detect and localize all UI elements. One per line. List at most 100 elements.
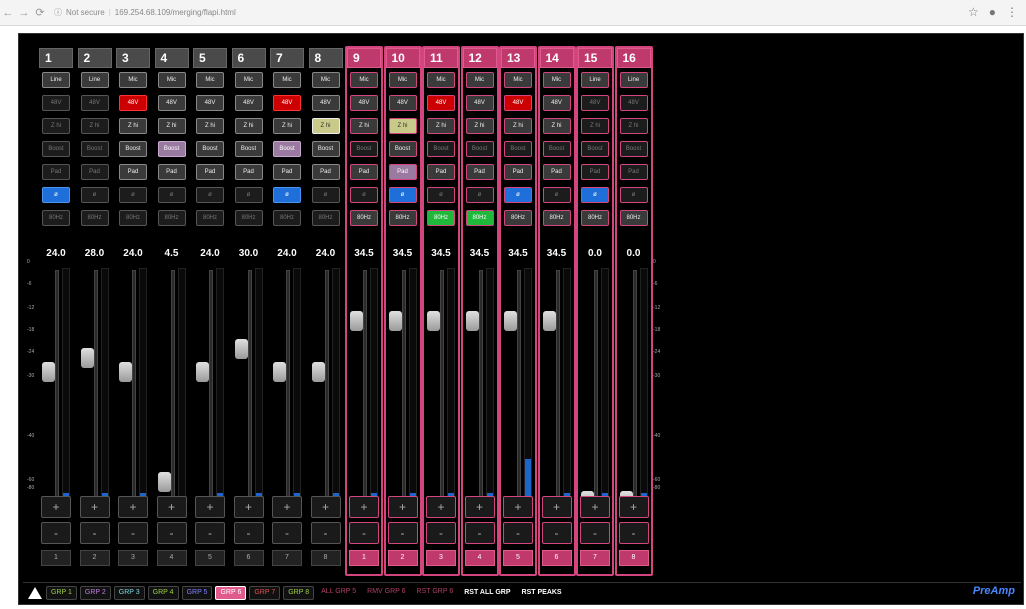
fader-knob[interactable]	[504, 311, 517, 332]
pad-button[interactable]: Pad	[350, 164, 378, 180]
pad-button[interactable]: Pad	[42, 164, 70, 180]
pad-button[interactable]: Pad	[581, 164, 609, 180]
fader-track[interactable]	[324, 270, 329, 510]
gain-plus-button[interactable]: +	[310, 496, 341, 518]
group-button-1[interactable]: GRP 1	[46, 585, 77, 600]
gain-minus-button[interactable]: -	[79, 522, 110, 544]
reset-peaks-button[interactable]: RST PEAKS	[518, 589, 566, 596]
phantom-48v-button[interactable]: 48V	[619, 95, 648, 111]
phase-invert-button[interactable]: ø	[350, 187, 378, 203]
input-type-button[interactable]: Mic	[350, 72, 378, 88]
input-type-button[interactable]: Mic	[388, 72, 417, 88]
gain-plus-button[interactable]: +	[349, 496, 379, 518]
z-hi-button[interactable]: Z hi	[504, 118, 532, 134]
group-button-6[interactable]: GRP 6	[215, 585, 247, 600]
hpf-80hz-button[interactable]: 80Hz	[80, 210, 109, 226]
z-hi-button[interactable]: Z hi	[234, 118, 263, 134]
channel-select-button[interactable]: 1	[349, 550, 379, 566]
channel-select-button[interactable]: 7	[272, 550, 302, 566]
menu-icon[interactable]: ⋮	[1006, 5, 1018, 19]
phase-invert-button[interactable]: ø	[234, 187, 263, 203]
input-type-button[interactable]: Mic	[119, 72, 147, 88]
hpf-80hz-button[interactable]: 80Hz	[42, 210, 70, 226]
pad-button[interactable]: Pad	[465, 164, 494, 180]
gain-plus-button[interactable]: +	[426, 496, 456, 518]
phantom-48v-button[interactable]: 48V	[80, 95, 109, 111]
z-hi-button[interactable]: Z hi	[542, 118, 571, 134]
fader-track[interactable]	[247, 270, 252, 510]
pad-button[interactable]: Pad	[311, 164, 340, 180]
gain-minus-button[interactable]: -	[118, 522, 148, 544]
hpf-80hz-button[interactable]: 80Hz	[465, 210, 494, 226]
boost-button[interactable]: Boost	[465, 141, 494, 157]
boost-button[interactable]: Boost	[388, 141, 417, 157]
fader-track[interactable]	[286, 270, 290, 510]
gain-minus-button[interactable]: -	[41, 522, 71, 544]
fader-knob[interactable]	[465, 311, 479, 332]
gain-minus-button[interactable]: -	[195, 522, 225, 544]
address-bar[interactable]: ⓘ Not secure | 169.254.68.109/merging/fl…	[54, 7, 236, 18]
gain-minus-button[interactable]: -	[426, 522, 456, 544]
z-hi-button[interactable]: Z hi	[273, 118, 301, 134]
hpf-80hz-button[interactable]: 80Hz	[542, 210, 571, 226]
input-type-button[interactable]: Line	[619, 72, 648, 88]
fader-track[interactable]	[170, 270, 175, 510]
phantom-48v-button[interactable]: 48V	[119, 95, 147, 111]
phase-invert-button[interactable]: ø	[196, 187, 224, 203]
phase-invert-button[interactable]: ø	[42, 187, 70, 203]
hpf-80hz-button[interactable]: 80Hz	[388, 210, 417, 226]
group-button-7[interactable]: GRP 7	[249, 585, 281, 600]
phase-invert-button[interactable]: ø	[619, 187, 648, 203]
input-type-button[interactable]: Line	[80, 72, 109, 88]
input-type-button[interactable]: Line	[581, 72, 609, 88]
boost-button[interactable]: Boost	[42, 141, 70, 157]
reload-icon[interactable]: ⟳	[32, 6, 48, 19]
z-hi-button[interactable]: Z hi	[119, 118, 147, 134]
gain-plus-button[interactable]: +	[618, 496, 649, 518]
fader-knob[interactable]	[157, 472, 171, 493]
boost-button[interactable]: Boost	[311, 141, 340, 157]
fader-knob[interactable]	[80, 348, 94, 369]
z-hi-button[interactable]: Z hi	[619, 118, 648, 134]
boost-button[interactable]: Boost	[350, 141, 378, 157]
gain-minus-button[interactable]: -	[387, 522, 418, 544]
group-button-3[interactable]: GRP 3	[113, 585, 145, 600]
phase-invert-button[interactable]: ø	[465, 187, 494, 203]
hpf-80hz-button[interactable]: 80Hz	[311, 210, 340, 226]
group-button-5[interactable]: GRP 5	[181, 585, 213, 600]
channel-select-button[interactable]: 3	[426, 550, 456, 566]
group-button-8[interactable]: GRP 8	[283, 585, 315, 600]
pad-button[interactable]: Pad	[119, 164, 147, 180]
gain-plus-button[interactable]: +	[79, 496, 110, 518]
phantom-48v-button[interactable]: 48V	[234, 95, 263, 111]
fader-knob[interactable]	[234, 339, 248, 359]
fader-knob[interactable]	[311, 362, 325, 382]
pad-button[interactable]: Pad	[388, 164, 417, 180]
channel-select-button[interactable]: 5	[503, 550, 533, 566]
phase-invert-button[interactable]: ø	[542, 187, 571, 203]
fader-track[interactable]	[363, 270, 367, 510]
phase-invert-button[interactable]: ø	[157, 187, 186, 203]
boost-button[interactable]: Boost	[427, 141, 455, 157]
gain-minus-button[interactable]: -	[580, 522, 610, 544]
boost-button[interactable]: Boost	[581, 141, 609, 157]
gain-minus-button[interactable]: -	[156, 522, 187, 544]
fader-track[interactable]	[594, 270, 598, 510]
channel-select-button[interactable]: 7	[580, 550, 610, 566]
gain-minus-button[interactable]: -	[464, 522, 495, 544]
hpf-80hz-button[interactable]: 80Hz	[234, 210, 263, 226]
fader-track[interactable]	[555, 270, 560, 510]
gain-plus-button[interactable]: +	[118, 496, 148, 518]
phantom-48v-button[interactable]: 48V	[542, 95, 571, 111]
group-action-button-3[interactable]: RST GRP 6	[413, 586, 458, 600]
input-type-button[interactable]: Mic	[196, 72, 224, 88]
channel-select-button[interactable]: 4	[156, 550, 187, 566]
fader-track[interactable]	[93, 270, 98, 510]
fader-knob[interactable]	[388, 311, 402, 332]
gain-plus-button[interactable]: +	[156, 496, 187, 518]
hpf-80hz-button[interactable]: 80Hz	[273, 210, 301, 226]
hpf-80hz-button[interactable]: 80Hz	[196, 210, 224, 226]
gain-plus-button[interactable]: +	[387, 496, 418, 518]
gain-minus-button[interactable]: -	[233, 522, 264, 544]
fader-knob[interactable]	[350, 311, 363, 332]
